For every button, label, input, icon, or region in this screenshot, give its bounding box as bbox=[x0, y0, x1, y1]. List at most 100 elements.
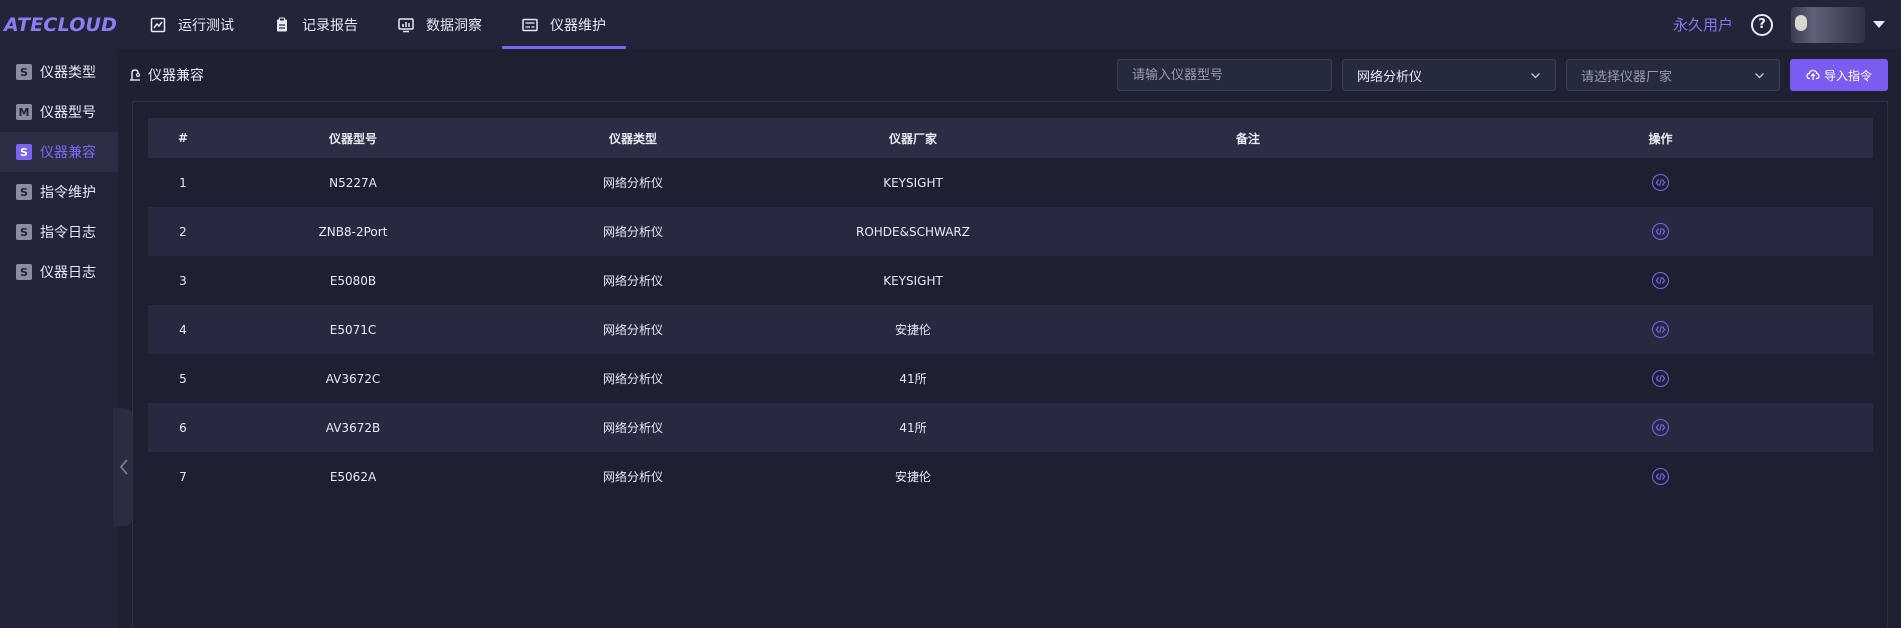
cell-vendor: KEYSIGHT bbox=[883, 273, 943, 288]
cell-model: E5071C bbox=[218, 305, 488, 354]
table-row: 3 E5080B 网络分析仪 KEYSIGHT bbox=[148, 256, 1873, 305]
top-bar: ATECLOUD 运行测试 记录报告 数据洞察 仪器维护 永久用户 ? bbox=[0, 0, 1901, 49]
code-icon[interactable] bbox=[1652, 223, 1669, 240]
cell-type: 网络分析仪 bbox=[602, 372, 663, 386]
table-row: 2 ZNB8-2Port 网络分析仪 ROHDE&SCHWARZ bbox=[148, 207, 1873, 256]
table-row: 4 E5071C 网络分析仪 安捷伦 bbox=[148, 305, 1873, 354]
cell-vendor: 安捷伦 bbox=[894, 470, 931, 484]
cell-action bbox=[1448, 256, 1873, 305]
cell-model: ZNB8-2Port bbox=[218, 207, 488, 256]
sidebar-item-instrument-type[interactable]: S 仪器类型 bbox=[0, 52, 118, 92]
sidebar-item-label: 仪器类型 bbox=[40, 65, 96, 81]
sidebar-item-label: 仪器日志 bbox=[40, 265, 96, 281]
content-panel: # 仪器型号 仪器类型 仪器厂家 备注 操作 1 N5227A 网络分析仪 KEYSI… bbox=[132, 101, 1888, 628]
nav-instrument-maintenance[interactable]: 仪器维护 bbox=[502, 0, 626, 49]
table-body: 1 N5227A 网络分析仪 KEYSIGHT 2 ZNB8-2Port 网络分析仪 ROHD… bbox=[148, 158, 1873, 501]
chart-icon bbox=[150, 17, 166, 32]
sidebar-item-instrument-log[interactable]: S 仪器日志 bbox=[0, 252, 118, 292]
filter-bar: 网络分析仪 请选择仪器厂家 导入指令 bbox=[1117, 59, 1901, 91]
page-header: 仪器兼容 网络分析仪 请选择仪器厂家 导入指令 bbox=[118, 49, 1901, 101]
cell-remark bbox=[1048, 354, 1448, 403]
sidebar-item-instrument-model[interactable]: M 仪器型号 bbox=[0, 92, 118, 132]
cell-remark bbox=[1048, 158, 1448, 207]
cell-type: 网络分析仪 bbox=[488, 305, 778, 354]
page-title: 仪器兼容 bbox=[128, 65, 204, 85]
cell-remark bbox=[1048, 452, 1448, 501]
cell-type: 网络分析仪 bbox=[602, 470, 663, 484]
nav-run-test-label: 运行测试 bbox=[178, 17, 234, 34]
cell-remark bbox=[1048, 207, 1448, 256]
user-menu[interactable] bbox=[1791, 6, 1885, 43]
import-command-button[interactable]: 导入指令 bbox=[1790, 59, 1888, 91]
avatar[interactable] bbox=[1791, 6, 1865, 43]
import-command-label: 导入指令 bbox=[1823, 68, 1872, 83]
app-logo[interactable]: ATECLOUD bbox=[0, 0, 118, 49]
cell-action bbox=[1448, 403, 1873, 452]
code-icon[interactable] bbox=[1652, 174, 1669, 191]
nav-instrument-maintenance-label: 仪器维护 bbox=[550, 17, 606, 34]
sidebar-item-instrument-compat[interactable]: S 仪器兼容 bbox=[0, 132, 118, 172]
s-badge-icon: S bbox=[16, 64, 32, 80]
col-index: # bbox=[148, 118, 218, 158]
sidebar-item-label: 仪器兼容 bbox=[40, 145, 96, 161]
cell-vendor: KEYSIGHT bbox=[883, 175, 943, 190]
cell-action bbox=[1448, 354, 1873, 403]
top-nav: 运行测试 记录报告 数据洞察 仪器维护 bbox=[130, 0, 626, 49]
cell-index: 6 bbox=[148, 403, 218, 452]
vendor-select-value: 请选择仪器厂家 bbox=[1581, 69, 1673, 85]
s-badge-icon: S bbox=[16, 144, 32, 160]
cell-type: 网络分析仪 bbox=[488, 403, 778, 452]
s-badge-icon: S bbox=[16, 184, 32, 200]
cell-action bbox=[1448, 207, 1873, 256]
nav-data-insight[interactable]: 数据洞察 bbox=[378, 0, 502, 49]
code-icon[interactable] bbox=[1652, 321, 1669, 338]
cell-model: N5227A bbox=[329, 175, 377, 190]
user-name[interactable]: 永久用户 bbox=[1673, 14, 1733, 35]
cell-action bbox=[1448, 305, 1873, 354]
cell-index: 4 bbox=[148, 305, 218, 354]
table-header-row: # 仪器型号 仪器类型 仪器厂家 备注 操作 bbox=[148, 118, 1873, 158]
instrument-icon bbox=[522, 18, 538, 31]
sidebar-item-label: 指令维护 bbox=[40, 185, 96, 201]
cell-vendor: 41所 bbox=[778, 403, 1048, 452]
page-title-text: 仪器兼容 bbox=[148, 68, 204, 84]
nav-run-test[interactable]: 运行测试 bbox=[130, 0, 254, 49]
sidebar-item-command-log[interactable]: S 指令日志 bbox=[0, 212, 118, 252]
s-badge-icon: S bbox=[16, 224, 32, 240]
model-search-input[interactable] bbox=[1117, 59, 1332, 91]
table-row: 6 AV3672B 网络分析仪 41所 bbox=[148, 403, 1873, 452]
monitor-chart-icon bbox=[398, 17, 414, 32]
chevron-left-icon bbox=[119, 459, 128, 475]
code-icon[interactable] bbox=[1652, 468, 1669, 485]
nav-data-insight-label: 数据洞察 bbox=[426, 17, 482, 34]
nav-record-report[interactable]: 记录报告 bbox=[254, 0, 378, 49]
link-icon bbox=[130, 69, 141, 81]
table-row: 7 E5062A 网络分析仪 安捷伦 bbox=[148, 452, 1873, 501]
cell-remark bbox=[1048, 256, 1448, 305]
code-icon[interactable] bbox=[1652, 370, 1669, 387]
cell-type: 网络分析仪 bbox=[602, 176, 663, 190]
code-icon[interactable] bbox=[1652, 419, 1669, 436]
cell-index: 7 bbox=[179, 469, 187, 484]
cell-type: 网络分析仪 bbox=[602, 274, 663, 288]
sidebar: S 仪器类型 M 仪器型号 S 仪器兼容 S 指令维护 S 指令日志 S 仪器日… bbox=[0, 49, 118, 628]
cell-model: E5062A bbox=[329, 469, 377, 484]
col-action: 操作 bbox=[1448, 118, 1873, 158]
sidebar-item-command-maintenance[interactable]: S 指令维护 bbox=[0, 172, 118, 212]
cell-model: E5080B bbox=[329, 273, 377, 288]
cell-remark bbox=[1048, 305, 1448, 354]
cell-vendor: ROHDE&SCHWARZ bbox=[778, 207, 1048, 256]
vendor-select[interactable]: 请选择仪器厂家 bbox=[1566, 59, 1780, 91]
cell-vendor: 41所 bbox=[899, 372, 927, 386]
table-row: 1 N5227A 网络分析仪 KEYSIGHT bbox=[148, 158, 1873, 207]
help-icon[interactable]: ? bbox=[1751, 13, 1773, 36]
type-select-value: 网络分析仪 bbox=[1357, 69, 1423, 85]
cell-index: 5 bbox=[179, 371, 187, 386]
code-icon[interactable] bbox=[1652, 272, 1669, 289]
cloud-upload-icon bbox=[1806, 69, 1820, 80]
compat-table: # 仪器型号 仪器类型 仪器厂家 备注 操作 1 N5227A 网络分析仪 KEYSI… bbox=[148, 118, 1873, 501]
type-select[interactable]: 网络分析仪 bbox=[1342, 59, 1556, 91]
col-model: 仪器型号 bbox=[218, 118, 488, 158]
caret-down-icon[interactable] bbox=[1873, 21, 1885, 28]
top-right-area: 永久用户 ? bbox=[1673, 0, 1901, 49]
